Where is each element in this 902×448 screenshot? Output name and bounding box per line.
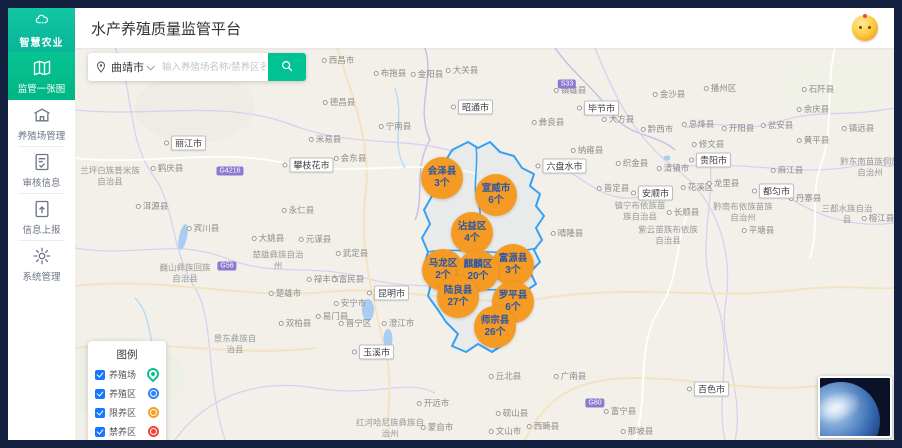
user-avatar[interactable] bbox=[852, 15, 878, 41]
page-title: 水产养殖质量监管平台 bbox=[91, 18, 241, 39]
sidebar-item-info-report[interactable]: 信息上报 bbox=[8, 194, 75, 241]
sidebar-item-label: 审核信息 bbox=[22, 175, 60, 189]
cloud-logo-icon bbox=[33, 12, 51, 33]
legend-panel: 图例 养殖场养殖区限养区禁养区 bbox=[88, 341, 166, 440]
legend-item: 养殖场 bbox=[95, 368, 159, 381]
legend-title: 图例 bbox=[95, 347, 159, 362]
legend-item-label: 限养区 bbox=[109, 406, 144, 419]
location-icon bbox=[95, 61, 107, 73]
district-marker[interactable]: 陆良县27个 bbox=[437, 276, 479, 318]
report-icon bbox=[32, 199, 52, 219]
marker-count: 26个 bbox=[484, 327, 505, 339]
sidebar-item-label: 信息上报 bbox=[22, 222, 60, 236]
marker-district-name: 罗平县 bbox=[499, 290, 528, 302]
sidebar: 智慧农业 监管一张图养殖场管理审核信息信息上报系统管理 bbox=[8, 8, 75, 440]
search-input[interactable] bbox=[160, 61, 268, 74]
circle-icon bbox=[148, 388, 159, 399]
sidebar-nav: 监管一张图养殖场管理审核信息信息上报系统管理 bbox=[8, 52, 75, 288]
marker-district-name: 富源县 bbox=[499, 253, 528, 265]
city-selector-value: 曲靖市 bbox=[111, 59, 144, 75]
city-selector[interactable]: 曲靖市 bbox=[111, 59, 153, 75]
marker-count: 6个 bbox=[488, 195, 504, 207]
pin-icon bbox=[145, 365, 162, 382]
marker-count: 4个 bbox=[464, 233, 480, 245]
logo-text: 智慧农业 bbox=[20, 34, 64, 49]
search-bar: 曲靖市 bbox=[88, 53, 306, 81]
gear-icon bbox=[32, 246, 52, 266]
sidebar-item-monitor-map[interactable]: 监管一张图 bbox=[8, 52, 75, 100]
marker-district-name: 沾益区 bbox=[458, 221, 487, 233]
legend-checkbox[interactable] bbox=[95, 389, 105, 399]
legend-checkbox[interactable] bbox=[95, 408, 105, 418]
sidebar-item-farm-management[interactable]: 养殖场管理 bbox=[8, 100, 75, 147]
legend-item: 养殖区 bbox=[95, 387, 159, 400]
chevron-down-icon bbox=[146, 62, 154, 70]
marker-count: 3个 bbox=[434, 178, 450, 190]
farm-icon bbox=[32, 105, 52, 125]
sidebar-item-audit-info[interactable]: 审核信息 bbox=[8, 147, 75, 194]
marker-count: 3个 bbox=[505, 265, 521, 277]
district-marker[interactable]: 师宗县26个 bbox=[474, 306, 516, 348]
circle-icon bbox=[148, 426, 159, 437]
legend-item-label: 养殖区 bbox=[109, 387, 144, 400]
district-marker[interactable]: 会泽县3个 bbox=[421, 157, 463, 199]
marker-district-name: 师宗县 bbox=[481, 315, 510, 327]
district-marker[interactable]: 宣威市6个 bbox=[475, 174, 517, 216]
header: 水产养殖质量监管平台 bbox=[75, 8, 894, 48]
sidebar-item-system-management[interactable]: 系统管理 bbox=[8, 241, 75, 288]
marker-district-name: 麒麟区 bbox=[464, 259, 493, 271]
audit-icon bbox=[32, 152, 52, 172]
sidebar-item-label: 养殖场管理 bbox=[18, 128, 66, 142]
legend-item-label: 禁养区 bbox=[109, 425, 144, 438]
map-canvas[interactable]: 西昌市布拖县金阳县大关县德昌县宁南县彝良县镇雄县大方县金沙县播州区石阡县余庆县黔… bbox=[75, 48, 894, 440]
legend-item: 禁养区 bbox=[95, 425, 159, 438]
legend-checkbox[interactable] bbox=[95, 370, 105, 380]
search-icon bbox=[280, 59, 294, 76]
legend-checkbox[interactable] bbox=[95, 427, 105, 437]
district-marker[interactable]: 沾益区4个 bbox=[451, 212, 493, 254]
legend-item: 限养区 bbox=[95, 406, 159, 419]
search-button[interactable] bbox=[268, 53, 306, 81]
marker-district-name: 宣威市 bbox=[482, 183, 511, 195]
map-icon bbox=[32, 58, 52, 78]
basemap-switcher[interactable] bbox=[818, 376, 892, 438]
marker-district-name: 马龙区 bbox=[429, 258, 458, 270]
marker-district-name: 陆良县 bbox=[444, 285, 473, 297]
marker-district-name: 会泽县 bbox=[428, 166, 457, 178]
sidebar-item-label: 系统管理 bbox=[22, 269, 60, 283]
sidebar-item-label: 监管一张图 bbox=[18, 81, 66, 95]
marker-count: 27个 bbox=[447, 297, 468, 309]
circle-icon bbox=[148, 407, 159, 418]
app-window: 智慧农业 监管一张图养殖场管理审核信息信息上报系统管理 水产养殖质量监管平台 bbox=[0, 0, 902, 448]
app-logo: 智慧农业 bbox=[8, 8, 75, 52]
legend-item-label: 养殖场 bbox=[109, 368, 143, 381]
